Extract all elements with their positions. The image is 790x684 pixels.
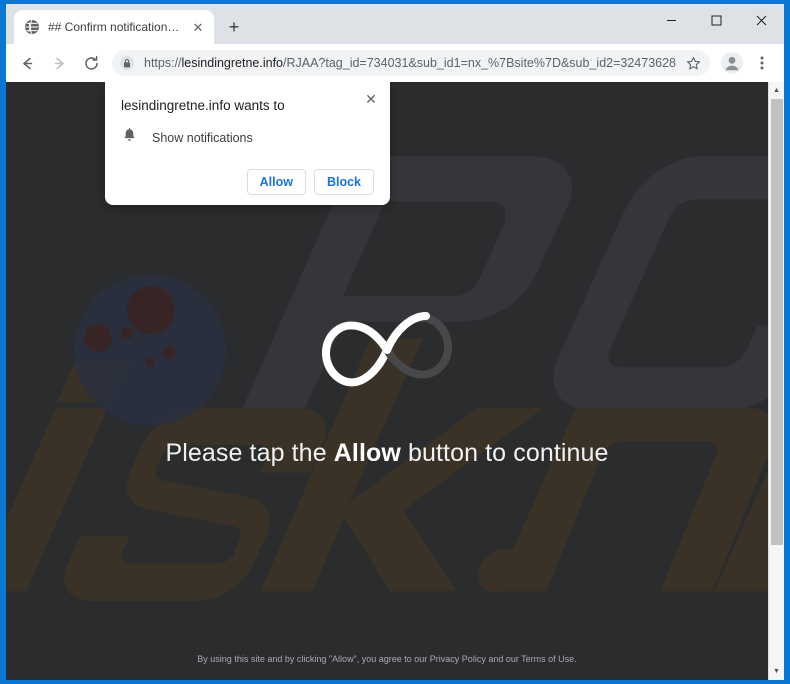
- new-tab-button[interactable]: +: [220, 13, 248, 41]
- dialog-title: lesindingretne.info wants to: [121, 98, 285, 113]
- headline-prefix: Please tap the: [165, 438, 334, 467]
- minimize-button[interactable]: [649, 4, 694, 36]
- scrollbar-track[interactable]: [769, 99, 784, 663]
- browser-tab[interactable]: ## Confirm notifications ## ✕: [14, 10, 214, 44]
- dialog-close-icon[interactable]: ✕: [362, 90, 380, 108]
- close-button[interactable]: [739, 4, 784, 36]
- page-footer-text: By using this site and by clicking "Allo…: [197, 654, 577, 664]
- dialog-actions: Allow Block: [121, 169, 374, 195]
- reload-button[interactable]: [76, 48, 106, 78]
- tab-close-icon[interactable]: ✕: [190, 19, 206, 35]
- maximize-button[interactable]: [694, 4, 739, 36]
- infinity-loading-spinner: [302, 295, 472, 405]
- permission-label: Show notifications: [152, 131, 253, 145]
- allow-button[interactable]: Allow: [246, 169, 306, 195]
- page-viewport: Please tap the Allow button to continue …: [6, 82, 784, 680]
- url-domain: lesindingretne.info: [181, 56, 283, 70]
- profile-avatar-icon[interactable]: [718, 49, 746, 77]
- web-page: Please tap the Allow button to continue …: [6, 82, 768, 680]
- headline-suffix: button to continue: [400, 438, 609, 467]
- url-text: https://lesindingretne.info/RJAA?tag_id=…: [144, 56, 676, 70]
- url-scheme: https://: [144, 56, 182, 70]
- url-path: /RJAA?tag_id=734031&sub_id1=nx_%7Bsite%7…: [283, 56, 676, 70]
- scrollbar-thumb[interactable]: [771, 99, 783, 545]
- forward-button[interactable]: [44, 48, 74, 78]
- browser-toolbar: https://lesindingretne.info/RJAA?tag_id=…: [6, 44, 784, 82]
- scroll-up-arrow[interactable]: ▲: [769, 82, 784, 99]
- notification-permission-dialog: ✕ lesindingretne.info wants to Show noti…: [105, 82, 390, 205]
- window-controls: [649, 4, 784, 36]
- page-scrollbar[interactable]: ▲ ▼: [768, 82, 784, 680]
- three-dot-menu-icon[interactable]: [748, 49, 776, 77]
- block-button[interactable]: Block: [313, 169, 374, 195]
- lock-icon[interactable]: [116, 52, 138, 74]
- address-bar[interactable]: https://lesindingretne.info/RJAA?tag_id=…: [112, 50, 710, 76]
- page-headline: Please tap the Allow button to continue: [165, 439, 608, 468]
- browser-window: ## Confirm notifications ## ✕ + https://…: [6, 4, 784, 680]
- bell-icon: [121, 127, 138, 149]
- tab-title: ## Confirm notifications ##: [48, 20, 182, 34]
- headline-emphasis: Allow: [333, 438, 401, 467]
- tab-strip: ## Confirm notifications ## ✕ +: [6, 4, 784, 44]
- star-icon[interactable]: [682, 52, 704, 74]
- permission-row: Show notifications: [121, 127, 374, 149]
- globe-icon: [24, 19, 40, 35]
- back-button[interactable]: [12, 48, 42, 78]
- scroll-down-arrow[interactable]: ▼: [769, 663, 784, 680]
